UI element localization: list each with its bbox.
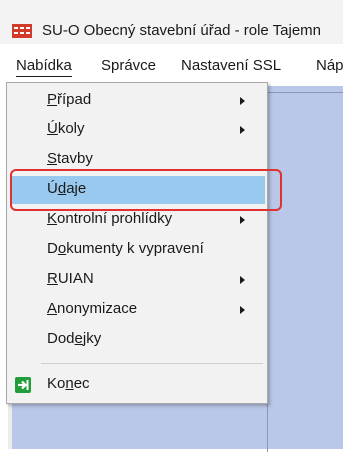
menu-item-label: Anonymizace xyxy=(47,300,138,317)
menu-item-label: Dokumenty k vypravení xyxy=(47,240,204,257)
menu-item-dokumenty-k-vypraveni[interactable]: Dokumenty k vypravení xyxy=(7,236,267,264)
submenu-arrow-icon xyxy=(240,276,245,284)
app-logo-icon xyxy=(12,24,32,38)
menu-item-ukoly[interactable]: Úkoly xyxy=(7,116,267,144)
submenu-arrow-icon xyxy=(240,216,245,224)
menu-item-label: Konec xyxy=(47,375,90,392)
menu-item-label: Stavby xyxy=(47,150,93,167)
nabidka-dropdown-menu: Případ Úkoly Stavby Údaje Kontrolní proh… xyxy=(6,82,268,404)
annotation-highlight-ring xyxy=(10,169,282,211)
menubar-item-nabidka[interactable]: Nabídka xyxy=(16,55,72,77)
menu-item-label: Dodejky xyxy=(47,330,102,347)
menu-item-label: RUIAN xyxy=(47,270,94,287)
child-window-frame xyxy=(267,92,343,452)
menubar-item-napoveda[interactable]: Nápo xyxy=(316,55,343,76)
menu-separator xyxy=(41,363,263,364)
menubar-item-nastaveni-ssl[interactable]: Nastavení SSL xyxy=(181,55,281,76)
menu-item-ruian[interactable]: RUIAN xyxy=(7,266,267,294)
menu-item-dodejky[interactable]: Dodejky xyxy=(7,326,267,354)
menu-item-konec[interactable]: Konec xyxy=(7,371,267,399)
menu-item-anonymizace[interactable]: Anonymizace xyxy=(7,296,267,324)
submenu-arrow-icon xyxy=(240,126,245,134)
menu-item-label: Úkoly xyxy=(47,120,85,137)
exit-icon xyxy=(15,377,31,393)
window-title: SU-O Obecný stavební úřad - role Tajemn xyxy=(42,22,322,39)
title-bar: SU-O Obecný stavební úřad - role Tajemn xyxy=(0,0,343,44)
submenu-arrow-icon xyxy=(240,306,245,314)
submenu-arrow-icon xyxy=(240,97,245,105)
menubar-item-spravce[interactable]: Správce xyxy=(101,55,156,76)
app-window: SU-O Obecný stavební úřad - role Tajemn … xyxy=(0,0,343,452)
menu-item-pripad[interactable]: Případ xyxy=(7,87,267,115)
menu-item-label: Kontrolní prohlídky xyxy=(47,210,173,227)
menu-bar: Nabídka Správce Nastavení SSL Nápo xyxy=(0,48,343,82)
menu-item-label: Případ xyxy=(47,91,92,108)
